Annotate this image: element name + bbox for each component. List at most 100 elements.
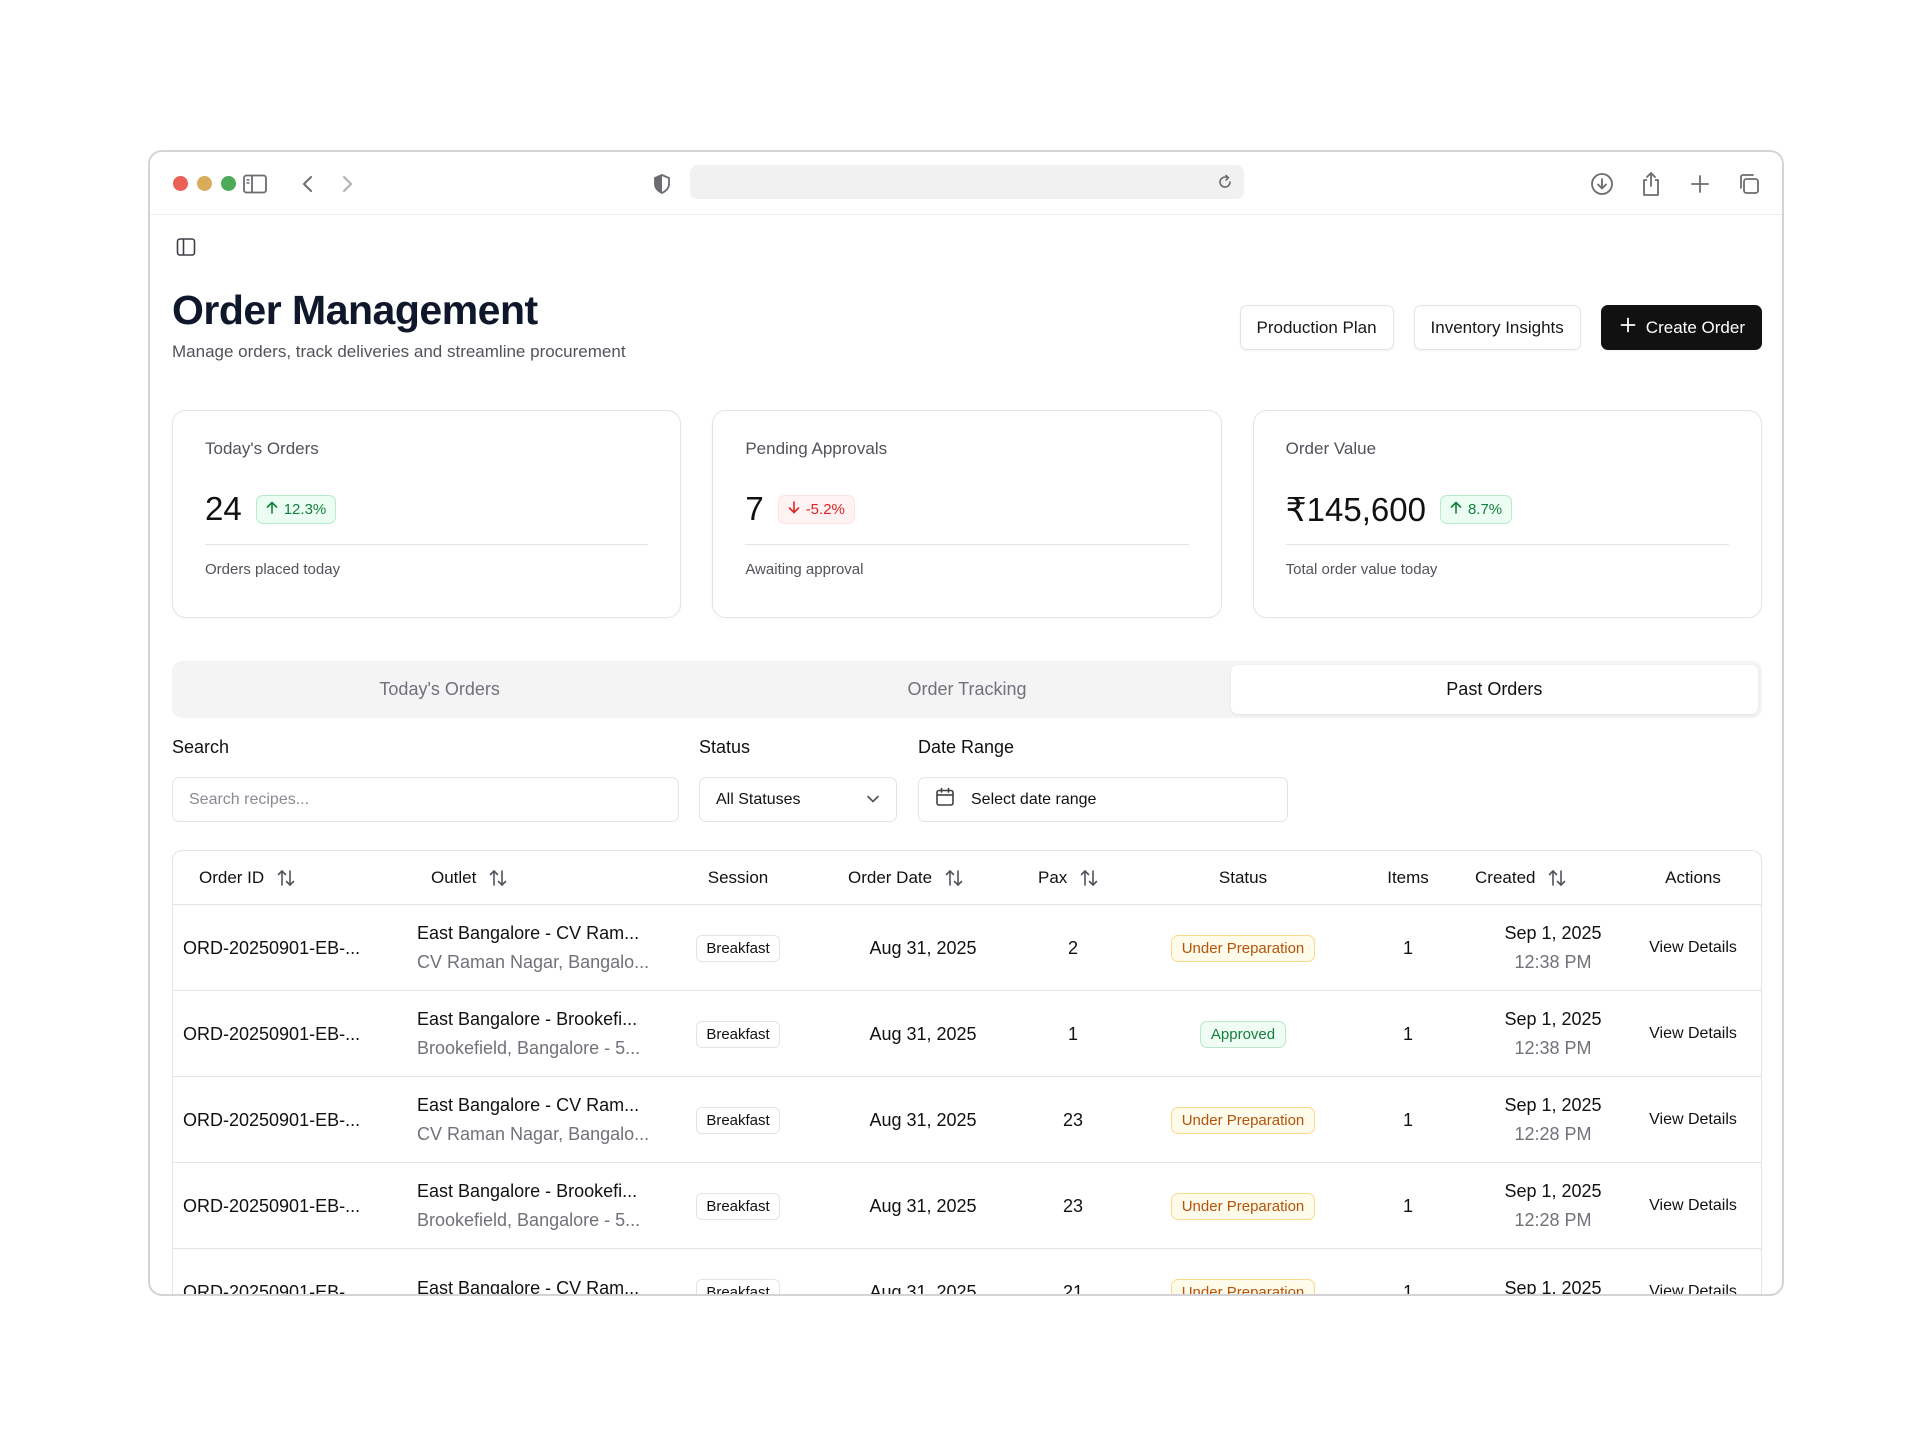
sort-icon[interactable]: [276, 869, 296, 887]
table-header: Order ID Outlet Session Order Date Pax S…: [173, 851, 1761, 905]
status-cell: Under Preparation: [1143, 1163, 1343, 1249]
table-row[interactable]: ORD-20250901-EB-... East Bangalore - CV …: [173, 905, 1761, 991]
session-badge: Breakfast: [696, 1192, 780, 1220]
status-cell: Under Preparation: [1143, 1077, 1343, 1163]
pax-cell: 21: [1062, 1281, 1084, 1296]
forward-icon[interactable]: [332, 169, 362, 199]
table-row[interactable]: ORD-20250901-EB-... East Bangalore - CV …: [173, 1077, 1761, 1163]
items-cell: 1: [1402, 937, 1413, 958]
column-header-pax[interactable]: Pax: [1038, 851, 1099, 905]
actions-cell: View Details: [1633, 1249, 1753, 1294]
created-cell: Sep 1, 2025 12:38 PM: [1463, 991, 1643, 1077]
view-details-link[interactable]: View Details: [1649, 1283, 1737, 1294]
session-badge: Breakfast: [696, 1106, 780, 1134]
production-plan-button[interactable]: Production Plan: [1239, 305, 1394, 350]
share-icon[interactable]: [1636, 169, 1666, 199]
table-row[interactable]: ORD-20250901-EB-... East Bangalore - Bro…: [173, 991, 1761, 1077]
table-row[interactable]: ORD-20250901-EB-... East Bangalore - Bro…: [173, 1163, 1761, 1249]
arrow-up-icon: [266, 501, 278, 518]
address-bar[interactable]: [690, 165, 1244, 199]
session-cell: Breakfast: [683, 1163, 793, 1249]
minimize-window-button[interactable]: [197, 176, 212, 191]
calendar-icon: [935, 787, 955, 812]
sort-icon[interactable]: [1079, 869, 1099, 887]
tab-order-tracking[interactable]: Order Tracking: [703, 665, 1230, 714]
reload-icon[interactable]: [1212, 169, 1238, 195]
created-date: Sep 1, 2025: [1504, 1181, 1602, 1201]
created-date: Sep 1, 2025: [1504, 1277, 1602, 1296]
column-header-items: Items: [1373, 851, 1443, 905]
column-header-actions: Actions: [1633, 851, 1753, 905]
outlet-address: CV Raman Nagar, Bangalo...: [417, 952, 650, 972]
session-cell: Breakfast: [683, 905, 793, 991]
shield-icon[interactable]: [647, 169, 677, 199]
items-cell: 1: [1402, 1109, 1413, 1130]
view-details-link[interactable]: View Details: [1649, 1197, 1737, 1215]
status-cell: Under Preparation: [1143, 1249, 1343, 1294]
sidebar-icon[interactable]: [240, 169, 270, 199]
status-badge: Under Preparation: [1170, 1106, 1316, 1134]
outlet-cell: East Bangalore - Brookefi... Brookefield…: [417, 1163, 640, 1249]
order-date-cell: Aug 31, 2025: [869, 937, 977, 958]
items-cell: 1: [1402, 1023, 1413, 1044]
create-order-button[interactable]: Create Order: [1600, 305, 1762, 350]
tab-todays-orders[interactable]: Today's Orders: [176, 665, 703, 714]
column-header-order-id[interactable]: Order ID: [199, 851, 296, 905]
stat-label: Today's Orders: [205, 439, 319, 458]
view-details-link[interactable]: View Details: [1649, 1111, 1737, 1129]
items-cell: 1: [1402, 1195, 1413, 1216]
new-tab-icon[interactable]: [1685, 169, 1715, 199]
order-date-cell: Aug 31, 2025: [869, 1195, 977, 1216]
column-header-order-date[interactable]: Order Date: [848, 851, 964, 905]
download-icon[interactable]: [1587, 169, 1617, 199]
order-id-cell: ORD-20250901-EB-...: [183, 1195, 361, 1216]
date-range-label: Date Range: [918, 737, 1015, 757]
sort-icon[interactable]: [488, 869, 508, 887]
back-icon[interactable]: [293, 169, 323, 199]
inventory-insights-button[interactable]: Inventory Insights: [1413, 305, 1581, 350]
tabs-overview-icon[interactable]: [1734, 169, 1764, 199]
sort-icon[interactable]: [1547, 869, 1567, 887]
created-date: Sep 1, 2025: [1504, 1009, 1602, 1029]
session-cell: Breakfast: [683, 991, 793, 1077]
order-date-cell: Aug 31, 2025: [869, 1281, 977, 1296]
view-details-link[interactable]: View Details: [1649, 1025, 1737, 1043]
actions-cell: View Details: [1633, 991, 1753, 1077]
trend-value: 8.7%: [1467, 500, 1503, 518]
trend-value: 12.3%: [283, 500, 327, 518]
sort-icon[interactable]: [944, 869, 964, 887]
trend-value: -5.2%: [805, 500, 845, 518]
stat-value: 24: [205, 490, 242, 527]
date-range-picker[interactable]: Select date range: [918, 777, 1288, 822]
trend-badge: 8.7%: [1439, 494, 1513, 524]
tab-list: Today's Orders Order Tracking Past Order…: [172, 661, 1762, 718]
order-date-cell: Aug 31, 2025: [869, 1023, 977, 1044]
created-cell: Sep 1, 2025 12:28 PM: [1463, 1163, 1643, 1249]
status-select[interactable]: All Statuses: [699, 777, 897, 822]
arrow-up-icon: [1450, 501, 1462, 518]
actions-cell: View Details: [1633, 1163, 1753, 1249]
status-label: Status: [699, 737, 751, 757]
column-header-session: Session: [683, 851, 793, 905]
pax-cell: 23: [1062, 1195, 1084, 1216]
stat-card-todays-orders: Today's Orders 24 12.3% Orders placed to…: [172, 410, 682, 618]
column-header-outlet[interactable]: Outlet: [431, 851, 508, 905]
created-date: Sep 1, 2025: [1504, 1095, 1602, 1115]
close-window-button[interactable]: [173, 176, 188, 191]
created-cell: Sep 1, 2025 12:38 PM: [1463, 905, 1643, 991]
stat-value: ₹145,600: [1285, 490, 1426, 528]
status-badge: Under Preparation: [1170, 1278, 1316, 1294]
status-select-value: All Statuses: [716, 790, 801, 808]
column-header-created[interactable]: Created: [1475, 851, 1567, 905]
tab-past-orders[interactable]: Past Orders: [1230, 665, 1758, 714]
session-cell: Breakfast: [683, 1249, 793, 1294]
view-details-link[interactable]: View Details: [1649, 939, 1737, 957]
search-input[interactable]: [172, 777, 679, 822]
maximize-window-button[interactable]: [221, 176, 236, 191]
outlet-cell: East Bangalore - CV Ram... CV Raman Naga…: [417, 905, 649, 991]
stat-label: Pending Approvals: [745, 439, 888, 458]
stat-footer: Total order value today: [1285, 561, 1438, 578]
table-row[interactable]: ORD-20250901-EB-... East Bangalore - CV …: [173, 1249, 1761, 1296]
chevron-down-icon: [866, 791, 880, 809]
sidebar-toggle-icon[interactable]: [172, 233, 200, 261]
